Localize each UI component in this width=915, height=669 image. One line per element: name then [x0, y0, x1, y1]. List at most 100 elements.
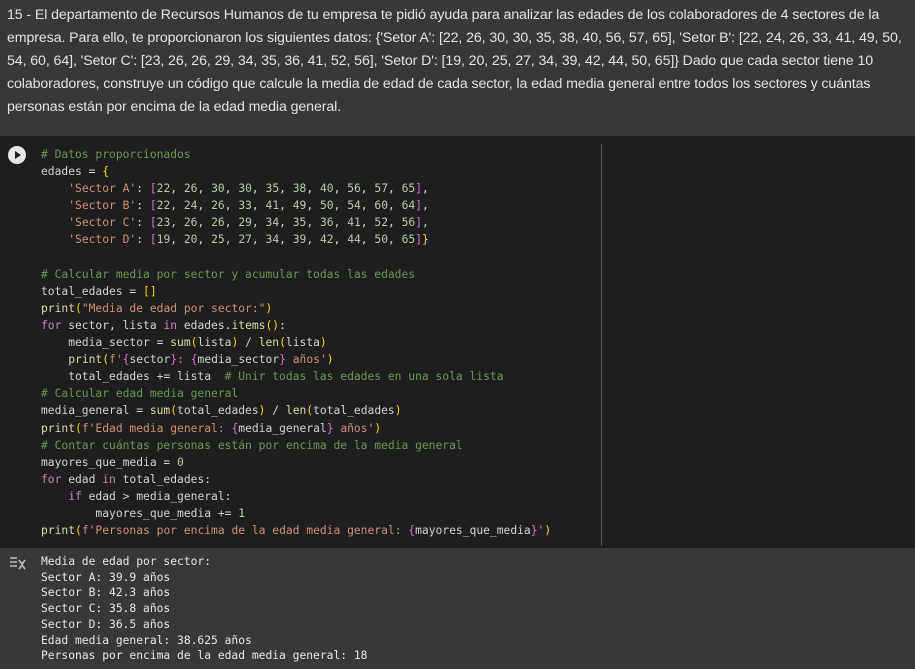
- code-token: 64: [401, 199, 416, 213]
- editor-divider: [601, 144, 602, 546]
- code-token: ,: [197, 216, 212, 230]
- code-token: ,: [333, 182, 348, 196]
- code-token: f'Personas por encima de la edad media g…: [81, 524, 409, 538]
- code-token: ): [544, 524, 552, 538]
- code-token: ,: [422, 199, 429, 213]
- code-token: [: [149, 199, 157, 213]
- code-token: ,: [388, 216, 402, 230]
- code-token: 'Sector B': [68, 199, 137, 213]
- code-token: mayores_que_media +=: [41, 506, 239, 520]
- code-token: 19: [156, 233, 171, 247]
- code-token: ,: [170, 216, 184, 230]
- code-token: 27: [238, 233, 252, 247]
- code-token: ,: [279, 216, 293, 230]
- code-token: :: [136, 182, 150, 196]
- code-token: }: [422, 233, 429, 247]
- code-token: 50: [319, 199, 334, 213]
- code-line: # Datos proporcionados: [41, 146, 599, 163]
- code-line: print(f'Personas por encima de la edad m…: [41, 522, 599, 539]
- code-token: ,: [388, 233, 402, 247]
- code-line: mayores_que_media += 1: [41, 505, 599, 522]
- output-toggle-icon[interactable]: [8, 555, 26, 571]
- code-token: media_sector =: [41, 336, 171, 350]
- code-token: if: [68, 489, 82, 503]
- code-token: ,: [306, 216, 320, 230]
- code-token: :: [136, 216, 150, 230]
- code-token: :: [136, 233, 150, 247]
- code-token: 30: [211, 182, 225, 196]
- code-token: media_sector: [197, 353, 280, 367]
- code-token: edad > media_general:: [81, 489, 232, 503]
- code-token: sum: [170, 336, 191, 350]
- problem-statement: 15 - El departamento de Recursos Humanos…: [7, 7, 902, 115]
- output-line: Edad media general: 38.625 años: [41, 633, 252, 647]
- code-token: (): [265, 318, 280, 332]
- code-token: (: [75, 524, 82, 538]
- code-token: 54: [347, 199, 361, 213]
- output-line: Sector D: 36.5 años: [41, 617, 171, 631]
- code-line: if edad > media_general:: [41, 488, 599, 505]
- code-token: [: [149, 216, 157, 230]
- code-token: total_edades += lista: [41, 370, 225, 384]
- code-token: ,: [360, 216, 375, 230]
- code-line: 'Sector C': [23, 26, 26, 29, 34, 35, 36,…: [41, 214, 599, 231]
- code-token: ,: [197, 182, 212, 196]
- output-line: Personas por encima de la edad media gen…: [41, 649, 368, 663]
- code-token: 'Sector A': [68, 182, 137, 196]
- code-token: # Calcular media por sector y acumular t…: [41, 267, 416, 281]
- text-cell[interactable]: 15 - El departamento de Recursos Humanos…: [0, 0, 915, 133]
- output-line: Media de edad por sector:: [41, 555, 212, 568]
- code-token: 42: [319, 233, 334, 247]
- code-token: 30: [238, 182, 252, 196]
- code-token: 26: [183, 216, 198, 230]
- code-token: print: [41, 524, 76, 538]
- code-token: edad: [61, 472, 103, 486]
- code-token: :: [279, 318, 286, 332]
- code-token: for: [41, 472, 62, 486]
- code-token: 22: [156, 182, 171, 196]
- code-line: for sector, lista in edades.items():: [41, 317, 599, 334]
- play-circle-icon[interactable]: [8, 146, 26, 164]
- code-token: ,: [279, 182, 293, 196]
- code-line: media_general = sum(total_edades) / len(…: [41, 402, 599, 419]
- code-token: :: [136, 199, 150, 213]
- code-line: mayores_que_media = 0: [41, 454, 599, 471]
- code-line: total_edades = []: [41, 283, 599, 300]
- code-line: 'Sector B': [22, 24, 26, 33, 41, 49, 50,…: [41, 197, 599, 214]
- code-token: 56: [347, 182, 361, 196]
- code-token: ,: [224, 182, 239, 196]
- code-token: ,: [197, 233, 212, 247]
- code-editor[interactable]: # Datos proporcionados edades = { 'Sector…: [41, 146, 599, 546]
- code-token: ,: [306, 199, 320, 213]
- code-token: # Datos proporcionados: [41, 148, 191, 161]
- code-line: # Contar cuántas personas están por enci…: [41, 437, 599, 454]
- code-token: }: [279, 353, 286, 367]
- code-token: años': [333, 421, 375, 435]
- code-token: ,: [170, 182, 184, 196]
- code-token: }: [326, 421, 334, 435]
- code-token: 26: [211, 199, 225, 213]
- code-token: ,: [333, 199, 348, 213]
- code-token: media_general =: [41, 404, 150, 418]
- code-token: in: [102, 472, 116, 486]
- code-token: 25: [211, 233, 225, 247]
- code-token: f'Edad media general:: [81, 421, 232, 435]
- code-token: /: [238, 336, 259, 350]
- code-token: ,: [224, 233, 239, 247]
- code-token: "Media de edad por sector:": [81, 301, 266, 315]
- output-line: Sector A: 39.9 años: [41, 570, 171, 584]
- code-token: ,: [279, 199, 293, 213]
- code-token: ): [326, 353, 334, 367]
- code-token: (: [75, 421, 82, 435]
- code-line: print("Media de edad por sector:"): [41, 300, 599, 317]
- code-token: 41: [347, 216, 361, 230]
- code-token: ,: [251, 182, 266, 196]
- code-cell[interactable]: # Datos proporcionados edades = { 'Sector…: [0, 136, 915, 548]
- code-token: /: [265, 404, 286, 418]
- code-token: (: [75, 301, 82, 315]
- code-token: in: [163, 318, 178, 332]
